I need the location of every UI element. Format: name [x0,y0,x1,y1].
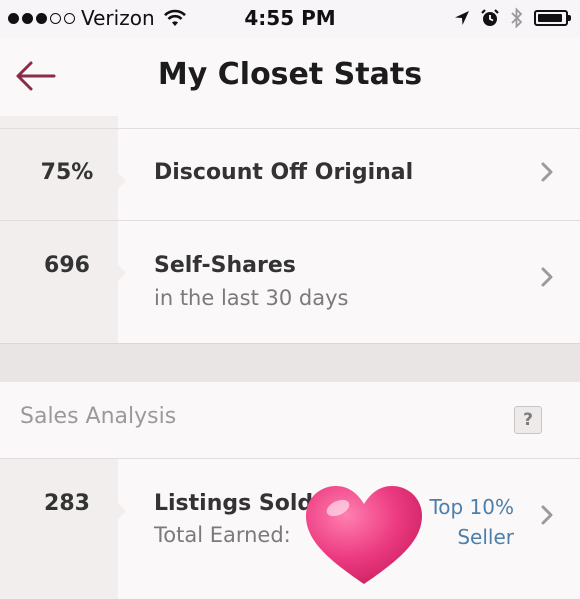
alarm-clock-icon [481,9,499,26]
stat-value: 283 [44,491,90,516]
page-title: My Closet Stats [157,57,423,92]
top-seller-badge: Top 10% Seller [429,492,514,552]
status-bar: Verizon 4:55 PM [0,0,580,38]
chevron-right-icon [541,267,553,287]
stat-sublabel: in the last 30 days [154,286,349,310]
section-title: Sales Analysis [20,404,177,429]
stat-row-self-shares[interactable]: 696 Self-Shares in the last 30 days [0,220,580,343]
chevron-right-icon [541,505,553,525]
top-seller-line1: Top 10% [429,495,514,519]
stat-value: 696 [44,253,90,278]
stat-value-column [0,221,126,343]
location-arrow-icon [455,11,469,25]
stat-sublabel: Total Earned: [154,523,291,547]
stat-row-listings-sold[interactable]: 283 Listings Sold Total Earned: Top 10% … [0,458,580,599]
heart-icon [306,486,422,584]
stat-label: Discount Off Original [154,160,414,185]
stat-row-discount[interactable]: 75% Discount Off Original [0,128,580,221]
bluetooth-icon [511,7,523,29]
top-seller-line2: Seller [457,525,514,549]
stat-value-column [0,459,126,599]
sales-analysis-header: Sales Analysis ? [0,382,580,459]
chevron-right-icon [541,162,553,182]
help-button[interactable]: ? [514,406,542,434]
stat-label: Listings Sold [154,491,314,516]
battery-icon [534,10,571,26]
list-top-edge [0,116,580,128]
stat-value: 75% [40,160,94,185]
status-icons [454,7,571,29]
section-divider [0,343,580,383]
stat-label: Self-Shares [154,253,296,278]
navigation-bar: My Closet Stats [0,38,580,116]
